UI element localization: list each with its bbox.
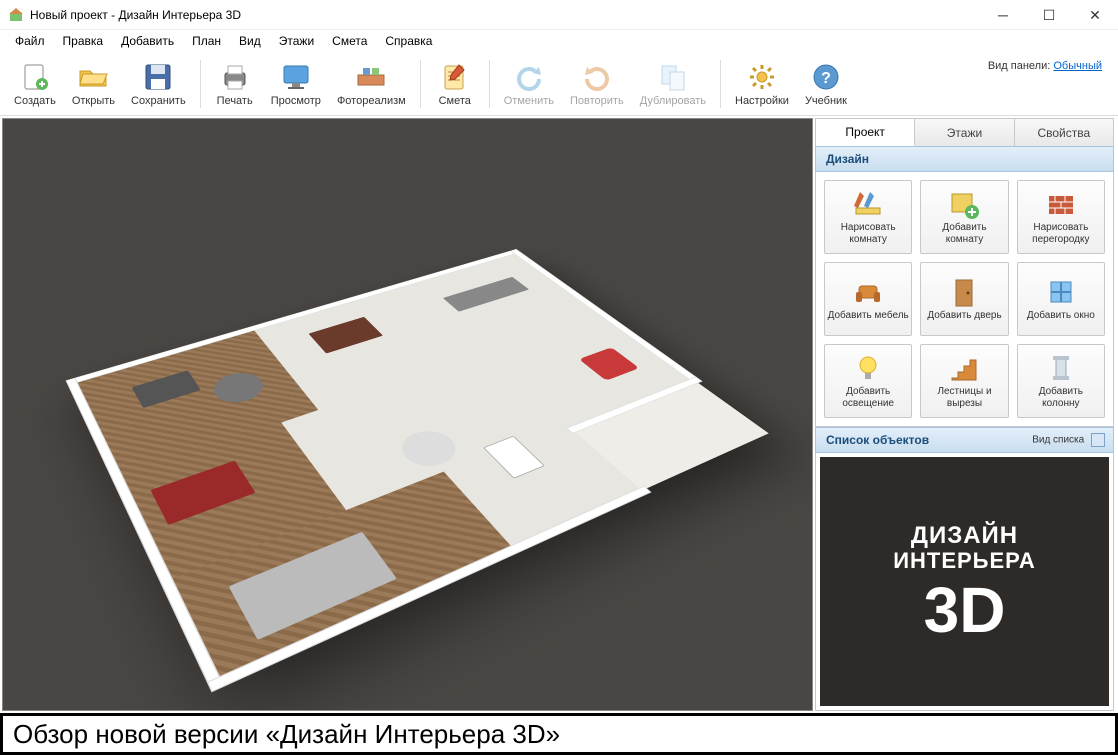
floppy-icon — [142, 61, 174, 93]
promo-panel: ДИЗАЙН ИНТЕРЬЕРА 3D — [815, 453, 1114, 711]
estimate-button[interactable]: Смета — [427, 55, 483, 113]
panel-mode-label: Вид панели: Обычный — [988, 60, 1112, 72]
list-view-icon — [1091, 433, 1105, 447]
toolbar-separator — [200, 60, 201, 108]
undo-icon — [513, 61, 545, 93]
notepad-icon — [439, 61, 471, 93]
menu-plan[interactable]: План — [183, 31, 230, 51]
design-section-header: Дизайн — [815, 146, 1114, 172]
add-lighting-button[interactable]: Добавить освещение — [824, 344, 912, 418]
window-icon — [1045, 276, 1077, 308]
tab-project[interactable]: Проект — [816, 119, 915, 146]
printer-icon — [219, 61, 251, 93]
minimize-button[interactable]: ─ — [980, 0, 1026, 30]
duplicate-icon — [657, 61, 689, 93]
titlebar: Новый проект - Дизайн Интерьера 3D ─ ☐ ✕ — [0, 0, 1118, 30]
promo-image: ДИЗАЙН ИНТЕРЬЕРА 3D — [820, 457, 1109, 706]
menubar: Файл Правка Добавить План Вид Этажи Смет… — [0, 30, 1118, 52]
window-title: Новый проект - Дизайн Интерьера 3D — [30, 8, 980, 22]
menu-view[interactable]: Вид — [230, 31, 270, 51]
duplicate-button[interactable]: Дублировать — [632, 55, 714, 113]
undo-button[interactable]: Отменить — [496, 55, 562, 113]
toolbar-separator — [489, 60, 490, 108]
new-file-icon — [19, 61, 51, 93]
draw-partition-button[interactable]: Нарисовать перегородку — [1017, 180, 1105, 254]
toolbar-separator — [420, 60, 421, 108]
menu-help[interactable]: Справка — [376, 31, 441, 51]
sidebar: Проект Этажи Свойства Дизайн Нарисовать … — [813, 116, 1118, 713]
gear-icon — [746, 61, 778, 93]
menu-edit[interactable]: Правка — [54, 31, 113, 51]
add-window-button[interactable]: Добавить окно — [1017, 262, 1105, 336]
menu-estimate[interactable]: Смета — [323, 31, 376, 51]
stairs-icon — [948, 352, 980, 384]
maximize-button[interactable]: ☐ — [1026, 0, 1072, 30]
workspace: Проект Этажи Свойства Дизайн Нарисовать … — [0, 116, 1118, 713]
settings-button[interactable]: Настройки — [727, 55, 797, 113]
caption-bar: Обзор новой версии «Дизайн Интерьера 3D» — [0, 713, 1118, 755]
lightbulb-icon — [852, 352, 884, 384]
window-controls: ─ ☐ ✕ — [980, 0, 1118, 29]
redo-icon — [581, 61, 613, 93]
armchair-icon — [852, 276, 884, 308]
create-button[interactable]: Создать — [6, 55, 64, 113]
add-column-button[interactable]: Добавить колонну — [1017, 344, 1105, 418]
folder-open-icon — [77, 61, 109, 93]
add-door-button[interactable]: Добавить дверь — [920, 262, 1008, 336]
help-icon: ? — [810, 61, 842, 93]
3d-viewport[interactable] — [2, 118, 813, 711]
stairs-cutouts-button[interactable]: Лестницы и вырезы — [920, 344, 1008, 418]
photorealism-icon — [355, 61, 387, 93]
redo-button[interactable]: Повторить — [562, 55, 632, 113]
design-palette: Нарисовать комнату Добавить комнату Нари… — [815, 172, 1114, 427]
view-button[interactable]: Просмотр — [263, 55, 329, 113]
draw-room-button[interactable]: Нарисовать комнату — [824, 180, 912, 254]
caption-text: Обзор новой версии «Дизайн Интерьера 3D» — [13, 719, 560, 750]
print-button[interactable]: Печать — [207, 55, 263, 113]
list-mode-toggle[interactable]: Вид списка — [1032, 433, 1105, 447]
pencil-ruler-icon — [852, 188, 884, 220]
tutorial-button[interactable]: ? Учебник — [797, 55, 855, 113]
tab-floors[interactable]: Этажи — [915, 119, 1014, 146]
column-icon — [1045, 352, 1077, 384]
menu-add[interactable]: Добавить — [112, 31, 183, 51]
menu-floors[interactable]: Этажи — [270, 31, 323, 51]
room-plus-icon — [948, 188, 980, 220]
sidebar-tabs: Проект Этажи Свойства — [815, 118, 1114, 146]
menu-file[interactable]: Файл — [6, 31, 54, 51]
add-room-button[interactable]: Добавить комнату — [920, 180, 1008, 254]
toolbar: Создать Открыть Сохранить Печать Просмот… — [0, 52, 1118, 116]
door-icon — [948, 276, 980, 308]
panel-mode-link[interactable]: Обычный — [1053, 60, 1102, 72]
save-button[interactable]: Сохранить — [123, 55, 194, 113]
brick-wall-icon — [1045, 188, 1077, 220]
close-button[interactable]: ✕ — [1072, 0, 1118, 30]
add-furniture-button[interactable]: Добавить мебель — [824, 262, 912, 336]
monitor-icon — [280, 61, 312, 93]
svg-text:?: ? — [821, 70, 831, 87]
toolbar-separator — [720, 60, 721, 108]
tab-properties[interactable]: Свойства — [1015, 119, 1113, 146]
app-icon — [8, 7, 24, 23]
photorealism-button[interactable]: Фотореализм — [329, 55, 414, 113]
objects-section-header: Список объектов Вид списка — [815, 427, 1114, 453]
open-button[interactable]: Открыть — [64, 55, 123, 113]
